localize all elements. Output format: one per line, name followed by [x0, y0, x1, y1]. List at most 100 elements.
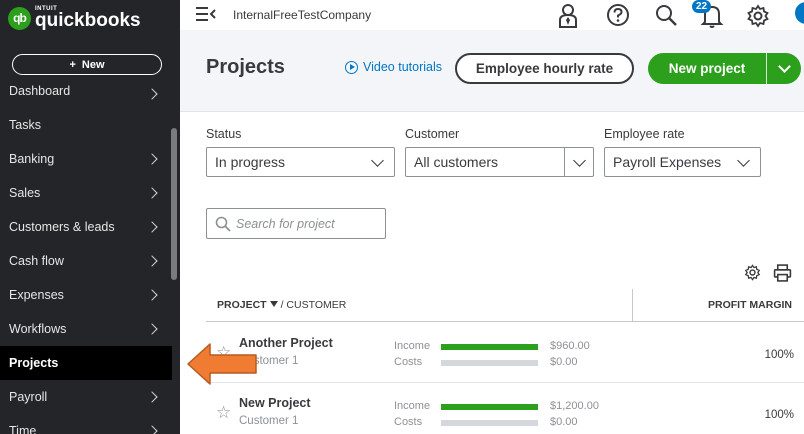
- sidebar-item-label: Payroll: [9, 390, 48, 404]
- page-title: Projects: [206, 56, 285, 78]
- project-customer: Customer 1: [239, 415, 299, 427]
- project-column-header[interactable]: PROJECT / CUSTOMER: [217, 299, 346, 311]
- status-filter-label: Status: [206, 127, 242, 141]
- sidebar-item-expenses[interactable]: Expenses: [0, 278, 172, 312]
- accountant-tools-icon[interactable]: [556, 3, 580, 29]
- sort-desc-icon: [269, 301, 278, 307]
- costs-label: Costs: [394, 416, 423, 428]
- quickbooks-logo[interactable]: qb INTUIT quickbooks: [8, 6, 141, 30]
- income-amount: $960.00: [550, 340, 590, 352]
- new-project-button[interactable]: New project: [648, 61, 766, 76]
- chevron-down-icon: [573, 154, 586, 167]
- costs-bar: [441, 420, 538, 426]
- video-tutorials-link[interactable]: Video tutorials: [345, 60, 442, 74]
- chevron-right-icon: [146, 153, 158, 165]
- sidebar-item-label: Dashboard: [9, 84, 71, 98]
- income-label: Income: [394, 340, 431, 352]
- sidebar-item-label: Projects: [9, 356, 59, 370]
- print-icon[interactable]: [773, 264, 792, 282]
- employee-rate-filter-label: Employee rate: [604, 127, 685, 141]
- new-project-dropdown-button[interactable]: [767, 60, 801, 73]
- sidebar-item-label: Workflows: [9, 322, 67, 336]
- sidebar-item-label: Time: [9, 424, 37, 434]
- profit-margin-column-header[interactable]: PROFIT MARGIN: [708, 299, 792, 311]
- projects-table-header: PROJECT / CUSTOMER PROFIT MARGIN: [206, 289, 804, 322]
- plus-icon: +: [69, 58, 76, 71]
- sidebar-item-customers-leads[interactable]: Customers & leads: [0, 210, 172, 244]
- table-row[interactable]: ☆ Another Project Customer 1 Income $960…: [206, 323, 804, 383]
- costs-amount: $0.00: [550, 416, 578, 428]
- chevron-right-icon: [146, 391, 158, 403]
- sidebar-item-projects[interactable]: Projects: [0, 346, 172, 380]
- sidebar: qb INTUIT quickbooks + New Dashboard Tas…: [0, 0, 180, 434]
- project-search-box: [206, 208, 386, 239]
- project-search-input[interactable]: [236, 216, 376, 231]
- profit-margin-value: 100%: [764, 349, 794, 361]
- new-project-split-button: New project: [648, 53, 801, 84]
- status-filter-select[interactable]: In progress: [206, 147, 395, 177]
- search-icon[interactable]: [654, 3, 678, 29]
- income-label: Income: [394, 400, 431, 412]
- chevron-down-icon: [737, 154, 750, 167]
- chevron-right-icon: [146, 323, 158, 335]
- sidebar-item-payroll[interactable]: Payroll: [0, 380, 172, 414]
- select-divider: [564, 148, 565, 176]
- play-circle-icon: [345, 60, 358, 74]
- sidebar-item-workflows[interactable]: Workflows: [0, 312, 172, 346]
- chevron-down-icon: [371, 154, 384, 167]
- customer-filter-select[interactable]: All customers: [405, 147, 594, 177]
- new-button-label: New: [81, 58, 105, 71]
- sidebar-item-label: Tasks: [9, 118, 41, 132]
- status-filter-value: In progress: [215, 154, 286, 170]
- chevron-right-icon: [146, 425, 158, 434]
- employee-rate-filter-value: Payroll Expenses: [613, 154, 722, 170]
- income-amount: $1,200.00: [550, 400, 599, 412]
- project-name[interactable]: New Project: [239, 396, 311, 410]
- costs-label: Costs: [394, 356, 423, 368]
- profit-margin-value: 100%: [764, 409, 794, 421]
- sidebar-item-time[interactable]: Time: [0, 414, 172, 434]
- qb-logo-icon: qb: [8, 6, 31, 30]
- table-row[interactable]: ☆ New Project Customer 1 Income $1,200.0…: [206, 383, 804, 434]
- sidebar-nav: Dashboard Tasks Banking Sales Customers …: [0, 74, 172, 434]
- chevron-right-icon: [146, 88, 158, 100]
- chevron-right-icon: [146, 255, 158, 267]
- quickbooks-wordmark: quickbooks: [35, 10, 141, 31]
- search-icon: [215, 216, 231, 232]
- sidebar-item-label: Customers & leads: [9, 220, 115, 234]
- annotation-arrow: [187, 343, 257, 385]
- sidebar-item-label: Cash flow: [9, 254, 64, 268]
- notification-count-badge: 22: [692, 0, 712, 13]
- split-divider: [766, 53, 767, 84]
- table-settings-gear-icon[interactable]: [744, 264, 761, 281]
- income-bar: [441, 344, 538, 350]
- settings-gear-icon[interactable]: [746, 3, 770, 29]
- employee-rate-filter-select[interactable]: Payroll Expenses: [604, 147, 761, 177]
- costs-amount: $0.00: [550, 356, 578, 368]
- collapse-menu-icon[interactable]: [196, 7, 216, 21]
- sidebar-item-label: Sales: [9, 186, 41, 200]
- column-divider: [632, 289, 633, 322]
- star-favorite-icon[interactable]: ☆: [216, 403, 231, 423]
- employee-hourly-rate-button[interactable]: Employee hourly rate: [455, 53, 634, 84]
- chevron-down-icon: [777, 60, 791, 73]
- sidebar-item-label: Expenses: [9, 288, 64, 302]
- sidebar-item-sales[interactable]: Sales: [0, 176, 172, 210]
- chevron-right-icon: [146, 187, 158, 199]
- costs-bar: [441, 360, 538, 366]
- sidebar-item-banking[interactable]: Banking: [0, 142, 172, 176]
- sidebar-item-cash-flow[interactable]: Cash flow: [0, 244, 172, 278]
- sidebar-scrollbar[interactable]: [171, 128, 177, 280]
- customer-filter-value: All customers: [414, 154, 499, 170]
- help-icon[interactable]: [606, 3, 630, 29]
- income-bar: [441, 404, 538, 410]
- customer-filter-label: Customer: [405, 127, 460, 141]
- sidebar-item-label: Banking: [9, 152, 55, 166]
- company-name: InternalFreeTestCompany: [233, 8, 372, 22]
- chevron-right-icon: [146, 289, 158, 301]
- chevron-right-icon: [146, 221, 158, 233]
- sidebar-item-tasks[interactable]: Tasks: [0, 108, 172, 142]
- customer-column-label: / CUSTOMER: [280, 299, 347, 311]
- new-button[interactable]: + New: [12, 54, 162, 75]
- sidebar-item-dashboard[interactable]: Dashboard: [0, 74, 172, 108]
